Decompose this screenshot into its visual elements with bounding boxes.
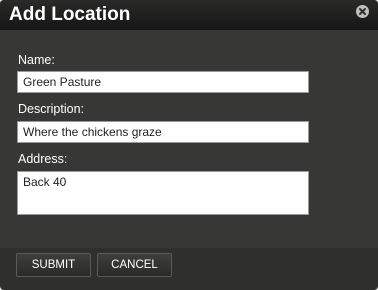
address-label: Address: xyxy=(18,152,68,166)
dialog-titlebar: Add Location xyxy=(0,0,378,30)
address-field[interactable]: Back 40 xyxy=(17,171,309,215)
description-label: Description: xyxy=(18,102,84,116)
cancel-button[interactable]: CANCEL xyxy=(97,253,172,277)
name-label: Name: xyxy=(18,53,55,67)
dialog-title: Add Location xyxy=(9,4,131,25)
submit-button[interactable]: SUBMIT xyxy=(16,253,91,277)
name-field[interactable] xyxy=(17,71,309,93)
close-icon[interactable] xyxy=(356,5,369,18)
add-location-dialog: Add Location Name: Description: Address:… xyxy=(0,0,378,290)
description-field[interactable] xyxy=(17,121,309,143)
